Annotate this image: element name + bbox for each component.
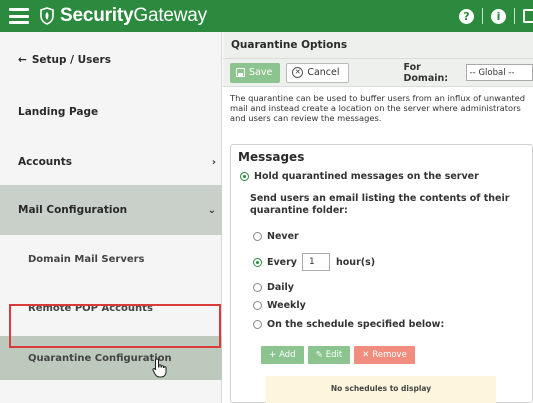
radio-icon — [253, 301, 262, 310]
sidebar-item-landing-page[interactable]: Landing Page — [0, 90, 222, 134]
edit-icon: ✎ — [315, 350, 323, 360]
sidebar-back-setup-users[interactable]: ← Setup / Users — [0, 42, 222, 77]
hours-input[interactable]: 1 — [302, 253, 331, 271]
radio-icon — [253, 283, 262, 292]
domain-label: For Domain: — [403, 61, 449, 84]
logout-icon[interactable] — [523, 9, 533, 23]
close-icon: ✕ — [362, 350, 370, 360]
never-option[interactable]: Never — [253, 231, 299, 242]
sidebar-item-label: Setup / Users — [31, 53, 111, 66]
sidebar-item-domain-mail-servers[interactable]: Domain Mail Servers — [0, 237, 222, 281]
edit-schedule-button[interactable]: ✎ Edit — [307, 346, 351, 364]
toolbar: Save ✕ Cancel For Domain: -- Global -- — [223, 59, 533, 87]
top-icons: ? i — [459, 0, 533, 32]
sidebar-item-mail-configuration[interactable]: Mail Configuration ⌄ — [0, 185, 222, 235]
app-brand: SecurityGateway — [60, 5, 207, 26]
panel-title: Messages — [238, 150, 305, 164]
plus-icon: + — [269, 350, 277, 360]
radio-icon — [253, 232, 262, 241]
every-option[interactable]: Every 1 hour(s) — [253, 251, 375, 273]
save-button[interactable]: Save — [230, 62, 281, 83]
sidebar-item-label: Mail Configuration — [18, 204, 128, 216]
schedule-option[interactable]: On the schedule specified below: — [253, 319, 444, 330]
schedule-toolbar: + Add ✎ Edit ✕ Remove — [261, 346, 415, 364]
sidebar-item-label: Accounts — [18, 156, 73, 168]
divider — [482, 8, 483, 24]
weekly-option[interactable]: Weekly — [253, 300, 306, 311]
hold-messages-option[interactable]: Hold quarantined messages on the server — [240, 171, 479, 182]
messages-panel: Messages Hold quarantined messages on th… — [230, 144, 533, 403]
logo-icon — [40, 7, 54, 25]
domain-select[interactable]: -- Global -- — [465, 64, 533, 81]
radio-selected-icon — [253, 257, 262, 267]
description-text: The quarantine can be used to buffer use… — [230, 93, 525, 123]
sidebar-item-label: Domain Mail Servers — [28, 253, 145, 265]
hand-cursor-icon — [152, 358, 167, 378]
radio-icon — [253, 320, 262, 329]
sidebar-item-label: Quarantine Configuration — [28, 352, 172, 364]
main-content: Quarantine Options Save ✕ Cancel For Dom… — [223, 32, 533, 403]
hamburger-menu-icon[interactable] — [9, 8, 29, 24]
daily-option[interactable]: Daily — [253, 282, 294, 293]
chevron-right-icon: › — [211, 156, 216, 168]
divider — [514, 8, 515, 24]
chevron-down-icon: ⌄ — [207, 204, 216, 216]
back-arrow-icon: ← — [18, 53, 27, 66]
empty-schedules-message: No schedules to display — [266, 376, 496, 403]
page-title: Quarantine Options — [223, 32, 533, 59]
send-users-label: Send users an email listing the contents… — [250, 193, 510, 216]
cancel-icon: ✕ — [292, 67, 304, 78]
save-icon — [236, 68, 245, 77]
cancel-button[interactable]: ✕ Cancel — [286, 62, 349, 83]
sidebar-item-accounts[interactable]: Accounts › — [0, 140, 222, 184]
info-icon[interactable]: i — [491, 8, 506, 24]
sidebar-item-label: Landing Page — [18, 106, 99, 118]
remove-schedule-button[interactable]: ✕ Remove — [354, 346, 415, 364]
radio-selected-icon — [240, 172, 249, 181]
help-icon[interactable]: ? — [459, 8, 474, 24]
highlight-box — [9, 304, 221, 348]
top-bar: SecurityGateway ? i — [0, 0, 533, 32]
add-schedule-button[interactable]: + Add — [261, 346, 304, 364]
